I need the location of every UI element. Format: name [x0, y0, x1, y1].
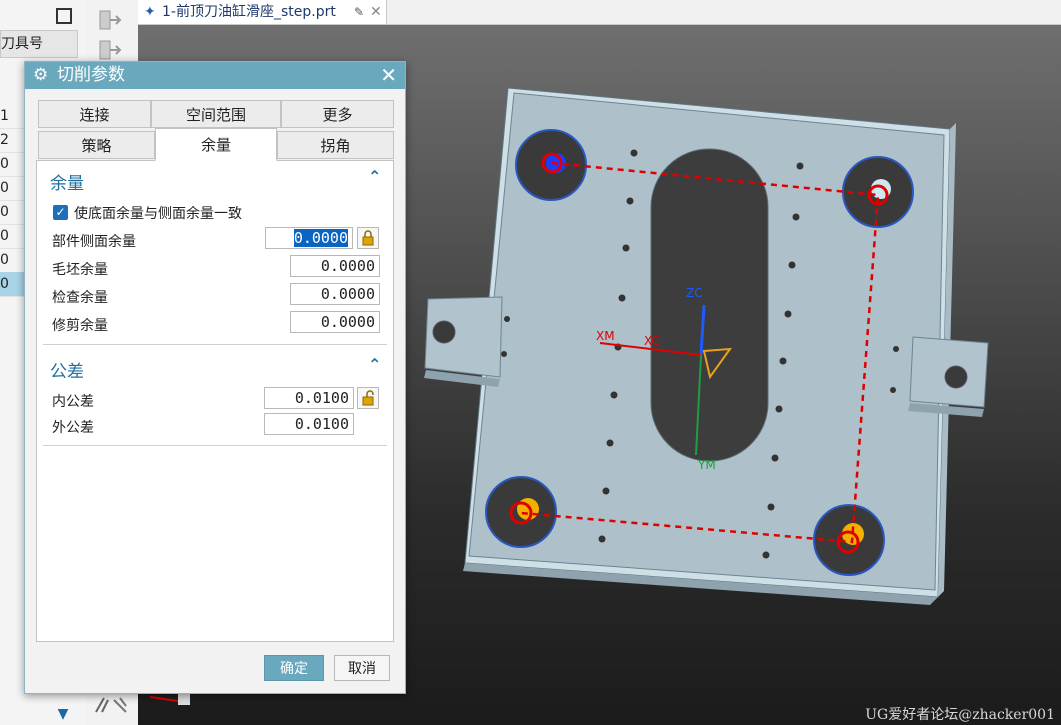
import-icon[interactable] — [98, 38, 126, 62]
tab-label: 拐角 — [320, 137, 351, 155]
outtol-input[interactable]: 0.0100 — [264, 413, 354, 435]
modified-icon: ✎ — [354, 5, 365, 19]
part-side-stock-input[interactable]: 0.0000 — [265, 227, 353, 249]
label-intol: 内公差 — [52, 394, 94, 410]
row-value: 0 — [0, 180, 9, 196]
label-outtol: 外公差 — [52, 420, 94, 436]
lock-icon[interactable] — [357, 227, 379, 249]
axis-label-xm: XM — [596, 329, 615, 343]
dialog-title: 切削参数 — [57, 65, 125, 85]
tab-label: 连接 — [79, 106, 110, 124]
intol-input[interactable]: 0.0100 — [264, 387, 354, 409]
row-value: 0 — [0, 276, 9, 292]
column-header-tool-number[interactable]: 刀具号 — [0, 30, 78, 58]
section-title-stock: 余量 — [50, 174, 84, 194]
row-value: 0 — [0, 252, 9, 268]
section-divider — [43, 445, 387, 446]
close-tab-icon[interactable]: ✕ — [370, 0, 382, 24]
check-stock-input[interactable]: 0.0000 — [290, 283, 380, 305]
row-value: 0 — [0, 228, 9, 244]
axis-label-zc: ZC — [686, 286, 703, 300]
tab-connection[interactable]: 连接 — [38, 100, 151, 128]
field-value: 0.0000 — [320, 257, 375, 275]
ok-button[interactable]: 确定 — [264, 655, 324, 681]
chevron-down-icon[interactable]: ▼ — [50, 706, 76, 724]
field-value: 0.0000 — [320, 285, 375, 303]
label-blank-stock: 毛坯余量 — [52, 262, 108, 278]
maximize-icon[interactable] — [56, 8, 72, 24]
row-value: 0 — [0, 204, 9, 220]
tab-containment[interactable]: 空间范围 — [151, 100, 281, 128]
pocket-bottom-left — [485, 476, 557, 548]
column-header-label: 刀具号 — [1, 36, 43, 52]
label-check-stock: 检查余量 — [52, 290, 108, 306]
field-value: 0.0100 — [294, 389, 349, 407]
field-value: 0.0000 — [320, 313, 375, 331]
watermark-text: UG爱好者论坛@zhacker001 — [865, 707, 1055, 723]
tab-strategy[interactable]: 策略 — [38, 131, 155, 159]
tab-content: 余量 ⌃ ✓ 使底面余量与侧面余量一致 部件侧面余量 0.0000 毛坯余量 0… — [36, 160, 394, 642]
button-label: 确定 — [280, 661, 308, 677]
row-value: 0 — [0, 156, 9, 172]
unlock-icon[interactable] — [357, 387, 379, 409]
checkbox-label: 使底面余量与侧面余量一致 — [74, 206, 242, 222]
dialog-title-bar[interactable]: ⚙ 切削参数 ✕ — [25, 62, 405, 89]
axis-label-xc: XC — [644, 334, 660, 348]
field-value: 0.0100 — [294, 415, 349, 433]
row-value: 1 — [0, 108, 9, 124]
axis-label-ym: YM — [697, 458, 716, 472]
tab-label: 余量 — [200, 136, 231, 154]
label-trim-stock: 修剪余量 — [52, 318, 108, 334]
gear-icon: ⚙ — [33, 65, 49, 85]
section-divider — [43, 344, 387, 345]
tab-label: 更多 — [322, 106, 353, 124]
blank-stock-input[interactable]: 0.0000 — [290, 255, 380, 277]
section-title-tolerance: 公差 — [50, 362, 84, 382]
row-value: 2 — [0, 132, 9, 148]
checkbox-floor-same-as-side[interactable]: ✓ — [53, 205, 68, 220]
tab-document[interactable]: ✦ 1-前顶刀油缸滑座_step.prt ✎ ✕ — [138, 0, 387, 24]
tab-label: 空间范围 — [185, 106, 246, 124]
trim-stock-input[interactable]: 0.0000 — [290, 311, 380, 333]
tab-more[interactable]: 更多 — [281, 100, 394, 128]
collapse-chevron-icon[interactable]: ⌃ — [368, 167, 381, 186]
cancel-button[interactable]: 取消 — [334, 655, 390, 681]
tab-label: 策略 — [81, 137, 112, 155]
field-value: 0.0000 — [293, 229, 348, 247]
tab-corners[interactable]: 拐角 — [277, 131, 394, 159]
cutting-parameters-dialog: ⚙ 切削参数 ✕ 连接 空间范围 更多 策略 余量 拐角 余量 ⌃ ✓ 使底面余… — [24, 61, 406, 694]
snap-tools-icon[interactable] — [92, 692, 132, 716]
tab-stock[interactable]: 余量 — [155, 128, 277, 161]
tab-label: 1-前顶刀油缸滑座_step.prt — [162, 4, 336, 20]
export-icon[interactable] — [98, 8, 126, 32]
label-part-side-stock: 部件侧面余量 — [52, 234, 136, 250]
part-icon: ✦ — [144, 4, 156, 20]
close-icon[interactable]: ✕ — [380, 62, 397, 89]
collapse-chevron-icon[interactable]: ⌃ — [368, 355, 381, 374]
pocket-bottom-right — [813, 504, 885, 576]
button-label: 取消 — [348, 661, 376, 677]
